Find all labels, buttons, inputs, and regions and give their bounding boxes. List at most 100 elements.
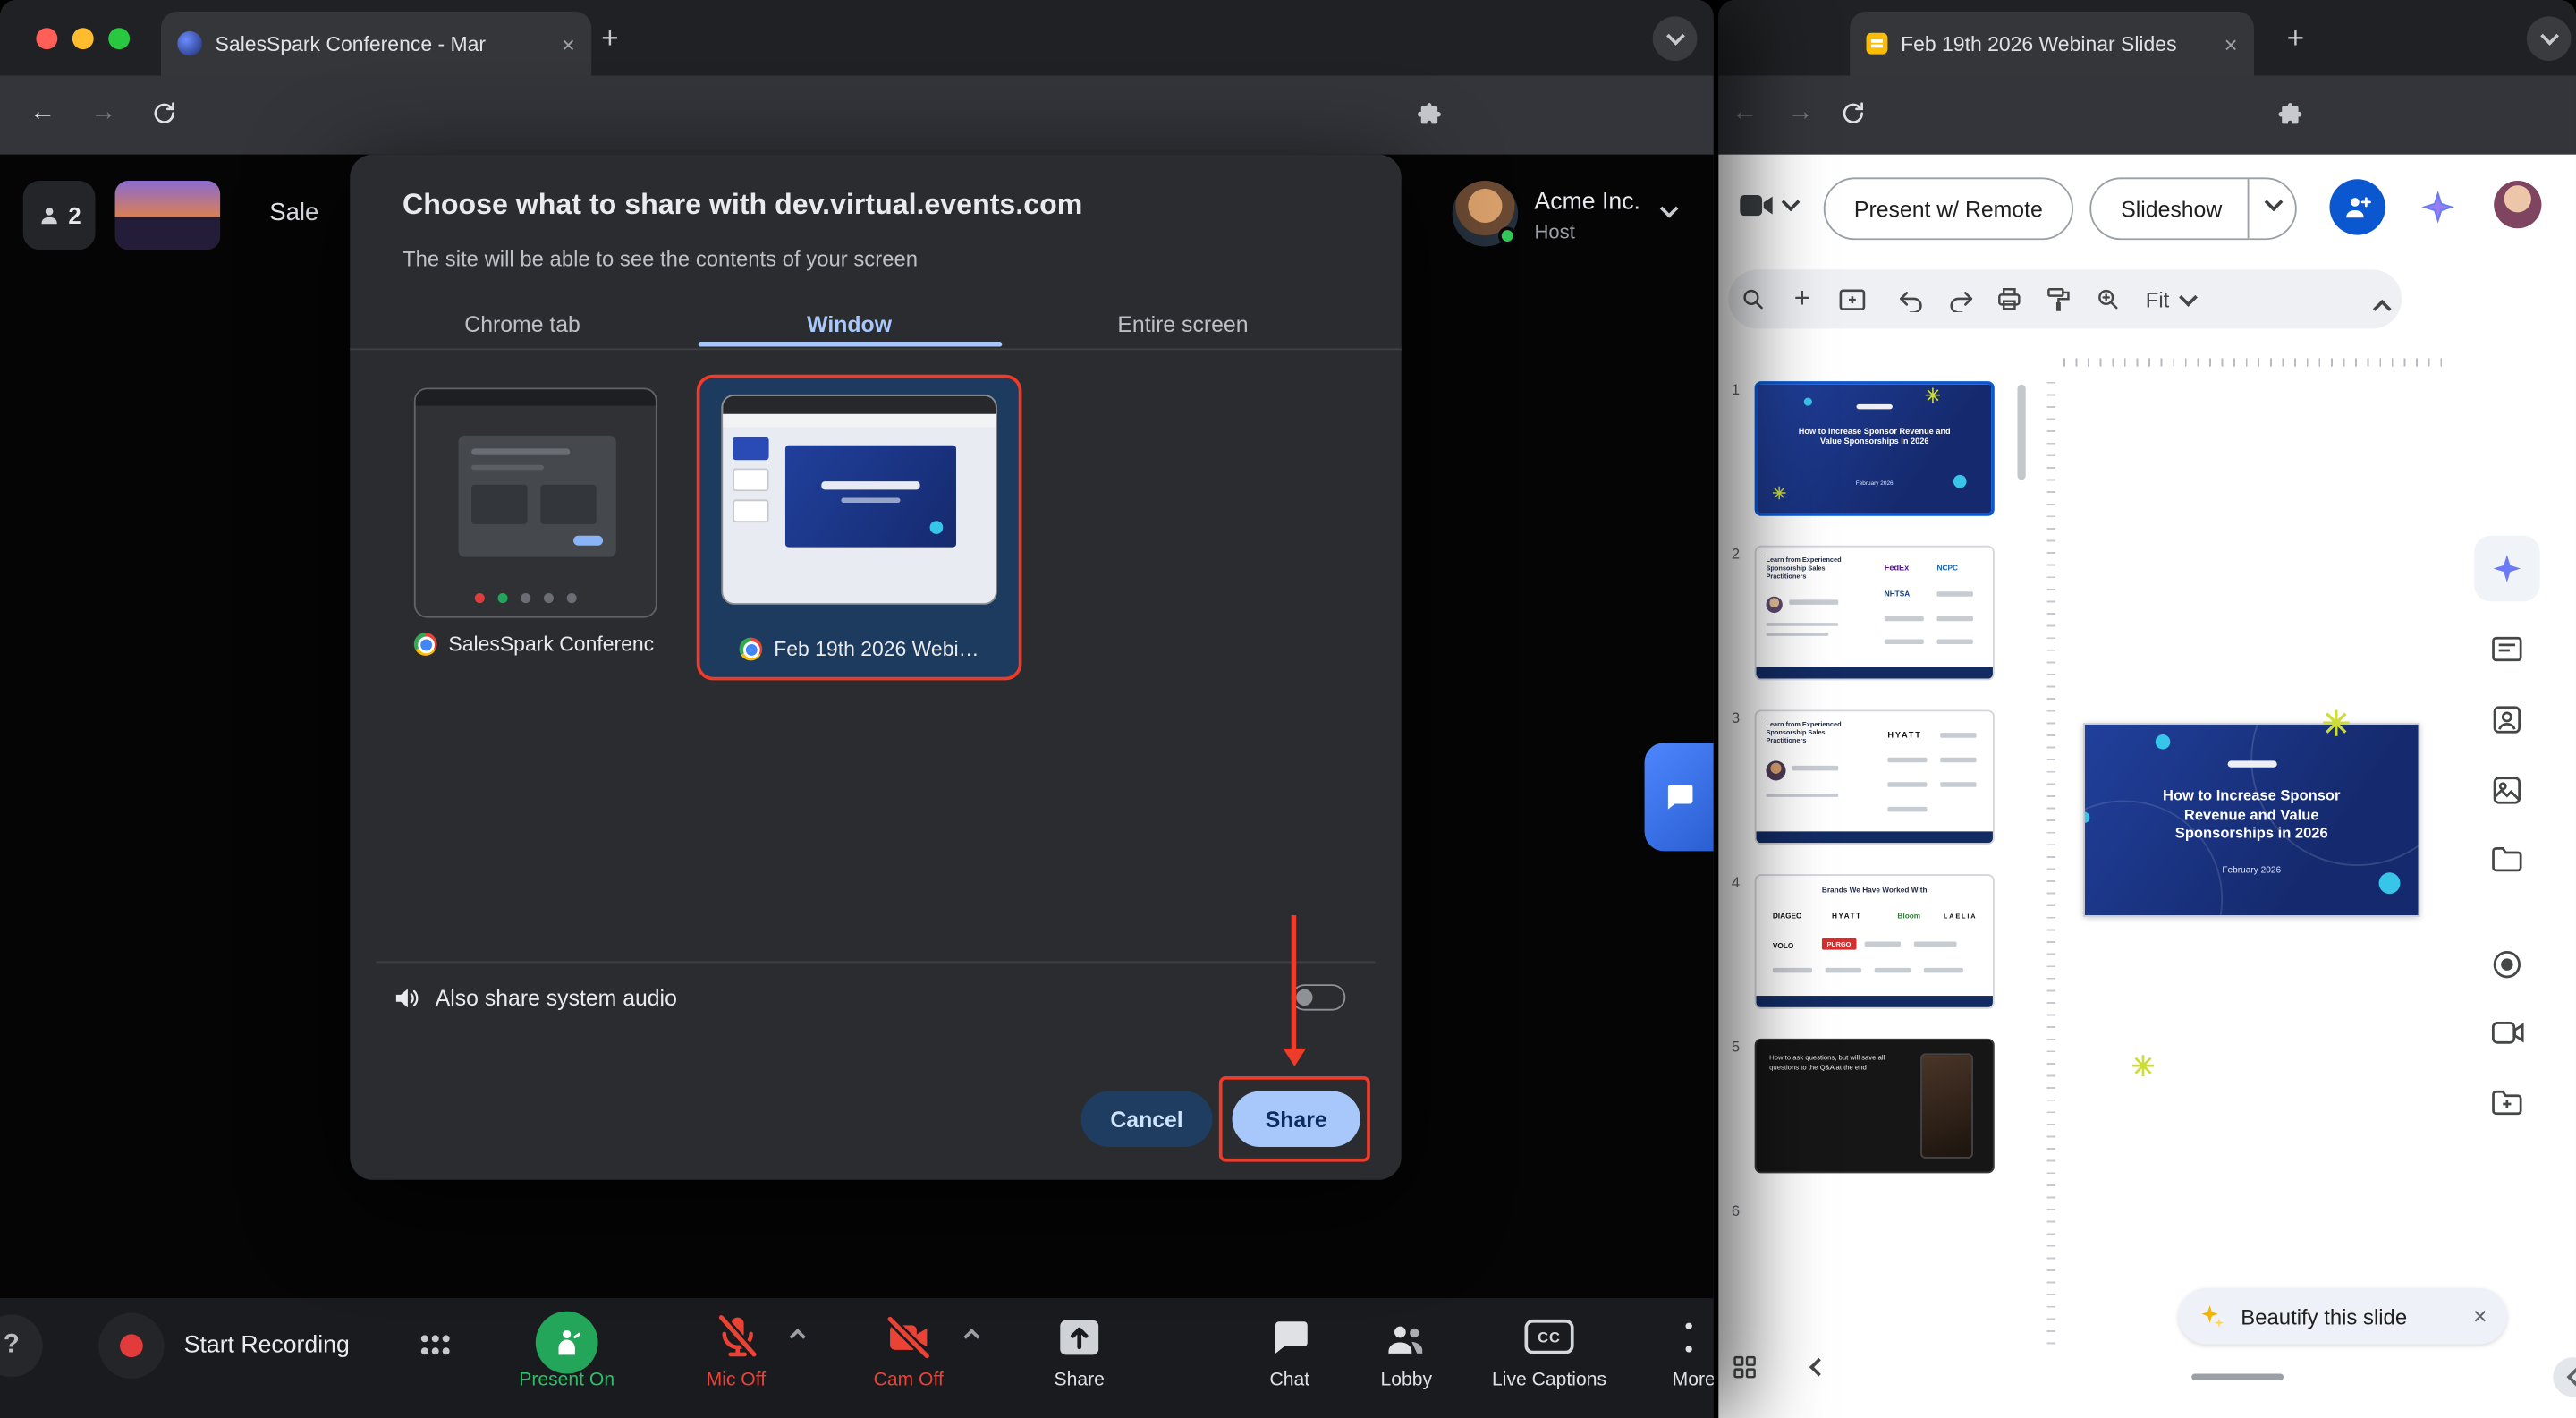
online-status-dot [1498, 226, 1516, 244]
undo-icon[interactable] [1886, 287, 1936, 312]
browser-tab[interactable]: SalesSpark Conference - Mar × [161, 12, 591, 76]
tab-entire-screen[interactable]: Entire screen [1117, 312, 1248, 337]
source-2-preview [721, 395, 997, 605]
chat-bubble-icon [1663, 780, 1696, 813]
forward-button[interactable]: → [1787, 100, 1813, 126]
slideshow-label: Slideshow [2121, 196, 2222, 221]
account-avatar[interactable] [2494, 181, 2541, 228]
zoom-tool-icon[interactable] [2083, 286, 2132, 312]
reload-button[interactable] [151, 100, 177, 126]
add-folder-panel-icon[interactable] [2490, 1088, 2523, 1117]
chat-button[interactable] [1268, 1316, 1311, 1359]
beautify-banner[interactable]: Beautify this slide × [2179, 1288, 2507, 1344]
slides-app: Present w/ Remote Slideshow + [1718, 155, 2576, 1418]
camera-panel-icon[interactable] [2490, 1019, 2525, 1047]
slideshow-button[interactable]: Slideshow [2089, 177, 2296, 240]
redo-icon[interactable] [1936, 287, 1985, 312]
tab-favicon [177, 31, 202, 56]
notes-panel-icon[interactable] [2490, 634, 2523, 664]
gemini-panel-button[interactable] [2474, 536, 2539, 601]
forward-button[interactable]: → [90, 100, 116, 126]
extensions-icon[interactable] [2277, 102, 2303, 128]
close-tab-icon[interactable]: × [2224, 32, 2238, 55]
source-2-label: Feb 19th 2026 Webi… [774, 638, 979, 661]
meeting-toolbar: ? Start Recording Present On Mic Off [0, 1298, 1714, 1418]
paint-format-icon[interactable] [2034, 286, 2083, 312]
audience-grid-button[interactable] [414, 1324, 457, 1367]
person-add-icon [2343, 192, 2372, 222]
beautify-close-icon[interactable]: × [2473, 1303, 2487, 1330]
slide-thumbnail-1[interactable]: How to Increase Sponsor Revenue and Valu… [1755, 381, 1995, 516]
tab-chrome-tab[interactable]: Chrome tab [464, 312, 580, 337]
photos-panel-icon[interactable] [2490, 774, 2523, 807]
new-tab-button[interactable]: + [601, 21, 618, 56]
folder-panel-icon[interactable] [2490, 845, 2523, 874]
zoom-select[interactable]: Fit [2146, 287, 2170, 312]
minimize-window-button[interactable] [72, 28, 94, 49]
event-cover-thumbnail[interactable] [115, 181, 221, 250]
browser-tab[interactable]: Feb 19th 2026 Webinar Slides × [1850, 12, 2254, 76]
slide-filmstrip: 1 How to Increase Sponsor Revenue and Va… [1728, 375, 2034, 1295]
gemini-icon[interactable] [2419, 187, 2458, 226]
share-access-button[interactable] [2329, 179, 2385, 234]
slide-thumbnail-4[interactable]: Brands We Have Worked With DIAGEO HYATT … [1755, 874, 1995, 1009]
tab-search-button[interactable] [1653, 16, 1698, 61]
event-title: Sale [269, 199, 318, 226]
cam-options-caret[interactable] [963, 1329, 979, 1345]
reload-button[interactable] [1840, 100, 1866, 126]
record-panel-icon[interactable] [2490, 948, 2523, 981]
slide-thumbnail-5[interactable]: How to ask questions, but will save all … [1755, 1039, 1995, 1174]
present-on-button[interactable] [536, 1312, 598, 1374]
extensions-icon[interactable] [1416, 102, 1442, 128]
chrome-favicon [740, 638, 763, 661]
new-slide-icon[interactable]: + [1777, 283, 1826, 316]
participant-count-chip[interactable]: 2 [23, 181, 96, 250]
source-window-1[interactable]: SalesSpark Conferenc… [414, 387, 657, 655]
cam-off-label: Cam Off [874, 1371, 944, 1390]
contacts-panel-icon[interactable] [2490, 703, 2523, 736]
zoom-select-caret[interactable] [2180, 288, 2199, 307]
horizontal-ruler [2063, 348, 2451, 368]
slide-canvas[interactable]: How to Increase Sponsor Revenue and Valu… [2057, 375, 2478, 1345]
back-button[interactable]: ← [30, 100, 55, 126]
record-button[interactable] [98, 1313, 164, 1379]
mic-off-button[interactable] [713, 1312, 762, 1361]
horizontal-scrollbar[interactable] [2191, 1374, 2284, 1380]
share-screen-button[interactable] [1056, 1316, 1102, 1359]
source-2-label-row: Feb 19th 2026 Webi… [699, 638, 1018, 661]
collapse-filmstrip-icon[interactable] [1809, 1358, 1828, 1377]
slide-date: February 2026 [2085, 866, 2419, 876]
slide-thumbnail-3[interactable]: Learn from Experienced Sponsorship Sales… [1755, 709, 1995, 845]
collapse-toolbar-icon[interactable] [2373, 300, 2392, 318]
cancel-button[interactable]: Cancel [1081, 1091, 1213, 1147]
speaker-icon [393, 984, 420, 1012]
zoom-window-button[interactable] [108, 28, 130, 49]
source-window-2-selected[interactable]: Feb 19th 2026 Webi… [697, 375, 1022, 681]
chat-fab[interactable] [1645, 743, 1714, 851]
new-slide-layout-icon[interactable] [1826, 287, 1876, 312]
filmstrip-scrollbar[interactable] [2018, 385, 2026, 480]
lobby-button[interactable] [1384, 1318, 1428, 1361]
audio-share-toggle[interactable] [1292, 984, 1346, 1010]
print-icon[interactable] [1985, 286, 2034, 312]
back-button[interactable]: ← [1732, 100, 1758, 126]
tab-search-button[interactable] [2527, 16, 2572, 61]
current-slide[interactable]: How to Increase Sponsor Revenue and Valu… [2083, 723, 2420, 917]
host-menu-chevron-icon[interactable] [1660, 200, 1679, 218]
close-tab-icon[interactable]: × [562, 32, 575, 55]
cam-off-button[interactable] [884, 1313, 933, 1363]
present-with-remote-button[interactable]: Present w/ Remote [1824, 177, 2073, 240]
close-window-button[interactable] [36, 28, 57, 49]
new-tab-button[interactable]: + [2287, 21, 2304, 56]
slide-logo [2227, 760, 2276, 766]
slide-thumbnail-2[interactable]: Learn from Experienced Sponsorship Sales… [1755, 546, 1995, 681]
tab-window[interactable]: Window [807, 312, 892, 337]
tab-strip: Feb 19th 2026 Webinar Slides × + [1718, 0, 2576, 75]
camera-tool-caret[interactable] [1782, 193, 1801, 212]
camera-tool-button[interactable] [1738, 191, 1774, 220]
mic-options-caret[interactable] [790, 1329, 806, 1345]
captions-button[interactable]: CC [1524, 1320, 1573, 1354]
help-button[interactable]: ? [0, 1314, 43, 1377]
search-menus-icon[interactable] [1728, 286, 1777, 312]
grid-view-icon[interactable] [1732, 1354, 1758, 1380]
